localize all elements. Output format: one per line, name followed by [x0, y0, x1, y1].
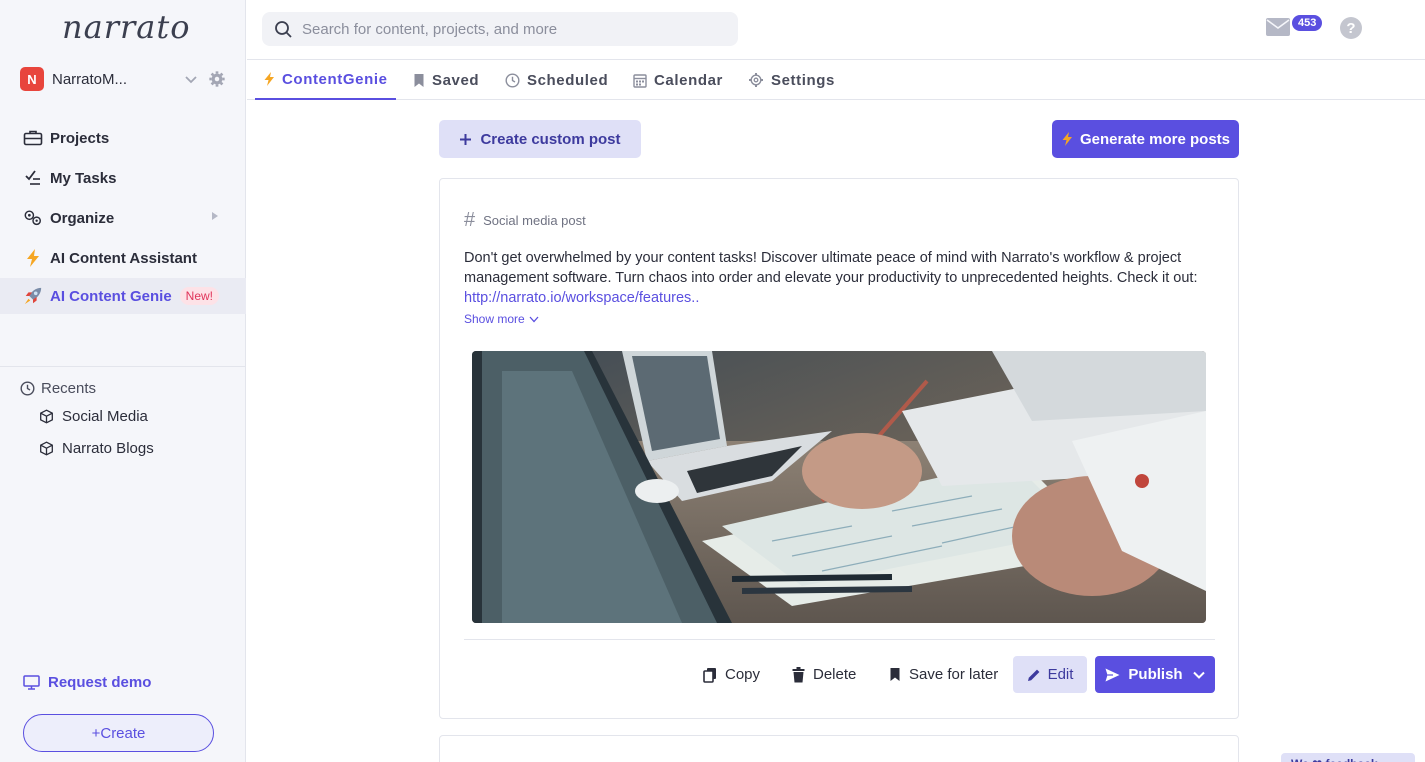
- recent-item-narrato-blogs[interactable]: Narrato Blogs: [39, 440, 154, 457]
- edit-label: Edit: [1047, 666, 1074, 683]
- post-type: # Social media post: [464, 209, 586, 232]
- show-more-label: Show more: [464, 312, 525, 326]
- publish-label: Publish: [1128, 666, 1183, 683]
- create-label: Create: [100, 724, 146, 742]
- tab-saved[interactable]: Saved: [413, 60, 479, 100]
- show-more-toggle[interactable]: Show more: [464, 312, 539, 326]
- plus-icon: +: [91, 724, 101, 742]
- cube-icon: [40, 441, 53, 456]
- briefcase-icon: [23, 128, 43, 148]
- tab-label: ContentGenie: [282, 70, 388, 88]
- lightning-icon: [1062, 132, 1072, 146]
- pencil-icon: [1027, 669, 1039, 681]
- sidebar-item-ai-content-assistant[interactable]: AI Content Assistant: [0, 238, 246, 278]
- narrato-logo[interactable]: narrato: [62, 8, 190, 46]
- lightning-icon: [23, 248, 43, 268]
- trash-icon: [792, 666, 805, 682]
- calendar-icon: [633, 73, 647, 88]
- sidebar-item-label: My Tasks: [50, 169, 117, 187]
- workspace-avatar: N: [20, 67, 44, 91]
- tab-label: Scheduled: [527, 71, 609, 89]
- send-icon: [1105, 668, 1120, 681]
- clock-icon: [20, 381, 35, 396]
- bookmark-icon: [890, 668, 900, 681]
- sidebar-item-label: Projects: [50, 129, 110, 147]
- recent-item-social-media[interactable]: Social Media: [39, 408, 148, 425]
- clock-icon: [505, 72, 520, 88]
- create-custom-post-button[interactable]: Create custom post: [439, 120, 641, 158]
- tab-settings[interactable]: Settings: [748, 60, 835, 100]
- sidebar-item-label: AI Content Assistant: [50, 249, 197, 267]
- tab-label: Calendar: [654, 71, 723, 89]
- save-for-later-label: Save for later: [909, 666, 999, 683]
- next-post-card: [439, 735, 1239, 762]
- mail-count-badge: 453: [1292, 15, 1323, 31]
- copy-button[interactable]: Copy: [703, 656, 760, 693]
- sidebar-divider: [0, 366, 246, 367]
- post-card: # Social media post Don't get overwhelme…: [439, 178, 1239, 719]
- card-divider: [464, 639, 1215, 640]
- search-input[interactable]: [302, 20, 722, 38]
- post-text: Don't get overwhelmed by your content ta…: [464, 250, 1198, 286]
- post-image: [472, 351, 1206, 623]
- expand-arrow-icon[interactable]: [212, 212, 218, 220]
- recents-heading: Recents: [20, 380, 96, 397]
- gears-icon: [23, 208, 43, 228]
- new-badge: New!: [179, 287, 220, 305]
- tab-calendar[interactable]: Calendar: [633, 60, 723, 100]
- recents-label: Recents: [41, 380, 97, 397]
- rocket-icon: [23, 286, 43, 306]
- help-icon[interactable]: ?: [1340, 17, 1362, 39]
- tab-label: Settings: [771, 71, 835, 89]
- generate-more-posts-label: Generate more posts: [1079, 130, 1231, 148]
- bookmark-icon: [414, 73, 424, 87]
- hashtag-icon: #: [464, 209, 476, 231]
- feedback-button[interactable]: We ❤ feedback: [1281, 753, 1415, 762]
- gear-icon: [749, 73, 763, 87]
- create-custom-post-label: Create custom post: [480, 130, 621, 148]
- chevron-down-icon[interactable]: [1192, 671, 1205, 679]
- create-button[interactable]: + Create: [23, 714, 214, 752]
- post-type-label: Social media post: [483, 213, 586, 228]
- plus-icon: [460, 133, 472, 145]
- lightning-icon: [264, 72, 274, 86]
- check-list-icon: [23, 168, 43, 188]
- workspace-name: NarratoM...: [52, 70, 128, 88]
- sidebar-item-ai-content-genie[interactable]: AI Content Genie New!: [0, 278, 246, 314]
- search-icon: [275, 20, 292, 38]
- chevron-down-icon: [529, 316, 539, 322]
- recent-item-label: Social Media: [62, 408, 148, 425]
- monitor-icon: [23, 675, 40, 690]
- tab-label: Saved: [432, 71, 480, 89]
- edit-button[interactable]: Edit: [1013, 656, 1087, 693]
- sidebar-item-my-tasks[interactable]: My Tasks: [0, 158, 246, 198]
- save-for-later-button[interactable]: Save for later: [889, 656, 998, 693]
- sidebar: narrato N NarratoM... Projects My Tasks …: [0, 0, 246, 762]
- delete-label: Delete: [813, 666, 857, 683]
- copy-label: Copy: [725, 666, 761, 683]
- tab-contentgenie[interactable]: ContentGenie: [255, 60, 396, 100]
- tab-bar: ContentGenie Saved Scheduled Calendar Se…: [247, 59, 1425, 100]
- request-demo-link[interactable]: Request demo: [23, 674, 151, 691]
- generate-more-posts-button[interactable]: Generate more posts: [1052, 120, 1239, 158]
- copy-icon: [703, 667, 716, 683]
- recent-item-label: Narrato Blogs: [62, 440, 154, 457]
- gear-icon[interactable]: [208, 70, 226, 88]
- search-bar[interactable]: [262, 12, 738, 46]
- sidebar-nav: Projects My Tasks Organize AI Content As…: [0, 118, 246, 314]
- publish-button[interactable]: Publish: [1095, 656, 1215, 693]
- sidebar-item-label: Organize: [50, 209, 115, 227]
- chevron-down-icon[interactable]: [184, 72, 198, 86]
- sidebar-item-projects[interactable]: Projects: [0, 118, 246, 158]
- post-link[interactable]: http://narrato.io/workspace/features..: [464, 290, 699, 306]
- request-demo-label: Request demo: [48, 674, 152, 691]
- tab-scheduled[interactable]: Scheduled: [505, 60, 608, 100]
- mail-icon[interactable]: [1266, 18, 1290, 36]
- delete-button[interactable]: Delete: [792, 656, 856, 693]
- post-body: Don't get overwhelmed by your content ta…: [464, 248, 1216, 308]
- workspace-switcher[interactable]: N NarratoM...: [20, 67, 226, 91]
- cube-icon: [40, 409, 53, 424]
- sidebar-item-label: AI Content Genie: [50, 287, 172, 305]
- sidebar-item-organize[interactable]: Organize: [0, 198, 246, 238]
